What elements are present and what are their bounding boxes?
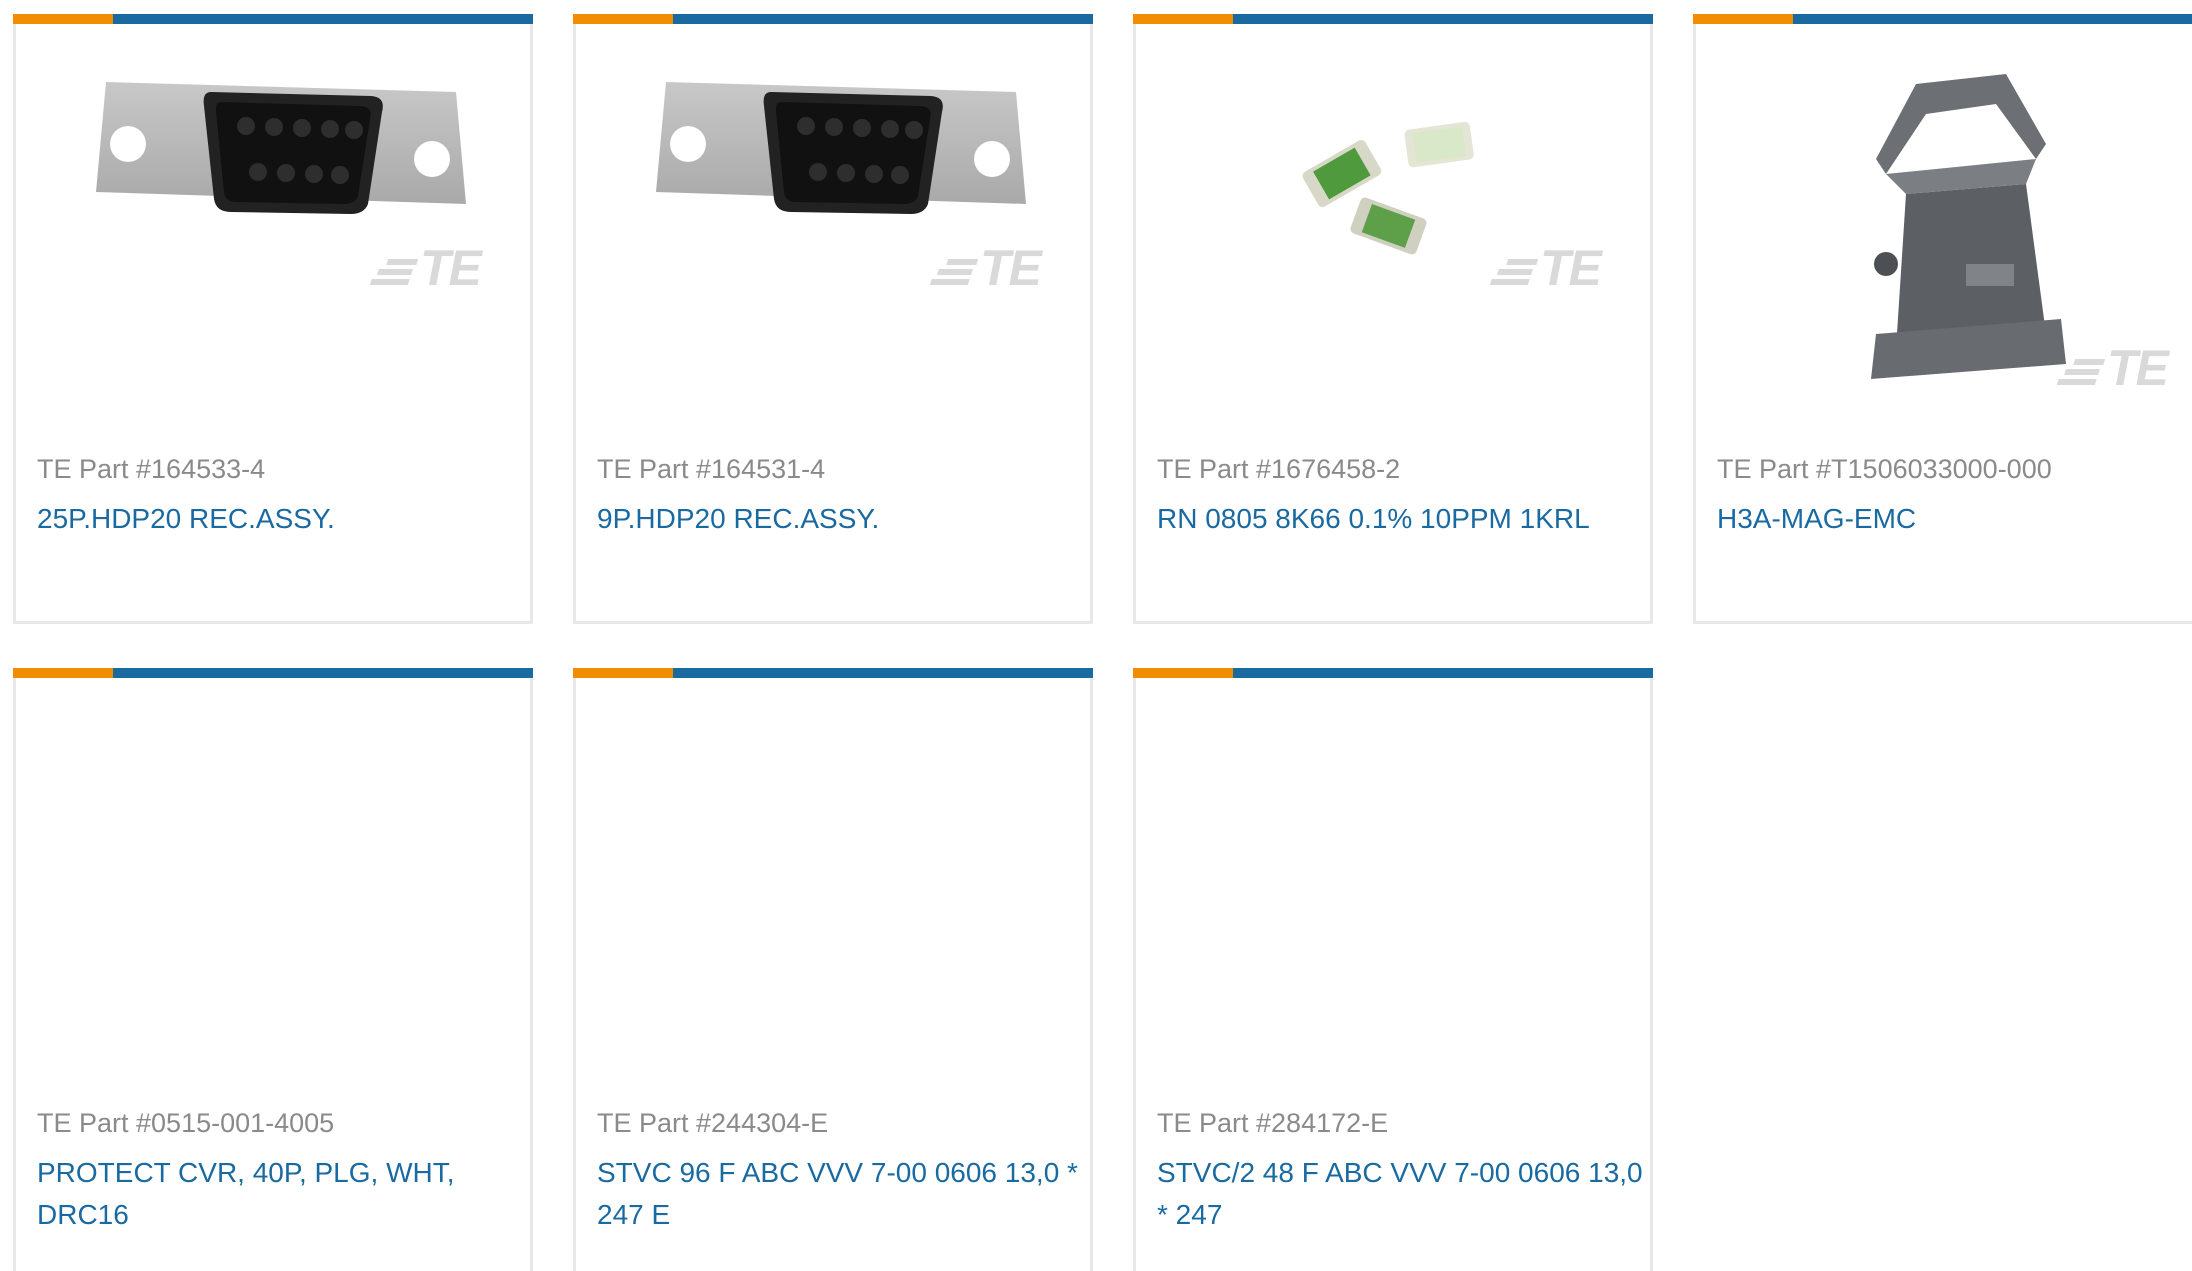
product-card[interactable]: TE Part #244304-E STVC 96 F ABC VVV 7-00… bbox=[573, 668, 1093, 1271]
card-accent-bar bbox=[13, 14, 533, 24]
part-number: TE Part #164531-4 bbox=[597, 454, 826, 484]
dsub-connector-icon bbox=[656, 82, 1026, 214]
card-accent-bar bbox=[573, 668, 1093, 678]
product-grid: TE TE Part #164533-4 25P.HDP20 REC.ASSY. bbox=[0, 0, 2192, 1271]
product-description-link[interactable]: PROTECT CVR, 40P, PLG, WHT, DRC16 bbox=[37, 1152, 524, 1236]
product-image[interactable]: TE bbox=[576, 24, 1090, 444]
product-image[interactable] bbox=[16, 678, 530, 1098]
part-number: TE Part #244304-E bbox=[597, 1108, 829, 1138]
card-accent-bar bbox=[1133, 14, 1653, 24]
card-accent-bar bbox=[573, 14, 1093, 24]
product-description-link[interactable]: STVC 96 F ABC VVV 7-00 0606 13,0 * 247 E bbox=[597, 1152, 1084, 1236]
product-card[interactable]: TE Part #0515-001-4005 PROTECT CVR, 40P,… bbox=[13, 668, 533, 1271]
product-description-link[interactable]: H3A-MAG-EMC bbox=[1717, 498, 2192, 540]
product-description-link[interactable]: RN 0805 8K66 0.1% 10PPM 1KRL bbox=[1157, 498, 1644, 540]
te-logo-icon: TE bbox=[929, 239, 1042, 297]
dsub-connector-icon bbox=[96, 82, 466, 214]
product-image[interactable] bbox=[576, 678, 1090, 1098]
part-number: TE Part #T1506033000-000 bbox=[1717, 454, 2052, 484]
te-logo-icon: TE bbox=[2056, 339, 2169, 397]
part-number: TE Part #164533-4 bbox=[37, 454, 266, 484]
product-description-link[interactable]: 9P.HDP20 REC.ASSY. bbox=[597, 498, 1084, 540]
product-image[interactable]: TE bbox=[1136, 24, 1650, 444]
product-card[interactable]: TE TE Part #164531-4 9P.HDP20 REC.ASSY. bbox=[573, 14, 1093, 624]
smd-resistor-icon bbox=[1302, 121, 1474, 255]
product-card[interactable]: TE Part #284172-E STVC/2 48 F ABC VVV 7-… bbox=[1133, 668, 1653, 1271]
product-image[interactable]: TE bbox=[16, 24, 530, 444]
card-accent-bar bbox=[13, 668, 533, 678]
product-card[interactable]: TE TE Part #164533-4 25P.HDP20 REC.ASSY. bbox=[13, 14, 533, 624]
product-card[interactable]: TE TE Part #1676458-2 RN 0805 8K66 0.1% … bbox=[1133, 14, 1653, 624]
product-image[interactable]: TE bbox=[1696, 24, 2192, 444]
part-number: TE Part #0515-001-4005 bbox=[37, 1108, 335, 1138]
card-accent-bar bbox=[1693, 14, 2192, 24]
product-image[interactable] bbox=[1136, 678, 1650, 1098]
part-number: TE Part #1676458-2 bbox=[1157, 454, 1401, 484]
te-logo-icon: TE bbox=[1489, 239, 1602, 297]
te-logo-icon: TE bbox=[369, 239, 482, 297]
card-accent-bar bbox=[1133, 668, 1653, 678]
product-description-link[interactable]: STVC/2 48 F ABC VVV 7-00 0606 13,0 * 247 bbox=[1157, 1152, 1644, 1236]
product-description-link[interactable]: 25P.HDP20 REC.ASSY. bbox=[37, 498, 524, 540]
part-number: TE Part #284172-E bbox=[1157, 1108, 1389, 1138]
connector-housing-icon bbox=[1871, 74, 2066, 379]
product-card[interactable]: TE TE Part #T1506033000-000 H3A-MAG-EMC bbox=[1693, 14, 2192, 624]
